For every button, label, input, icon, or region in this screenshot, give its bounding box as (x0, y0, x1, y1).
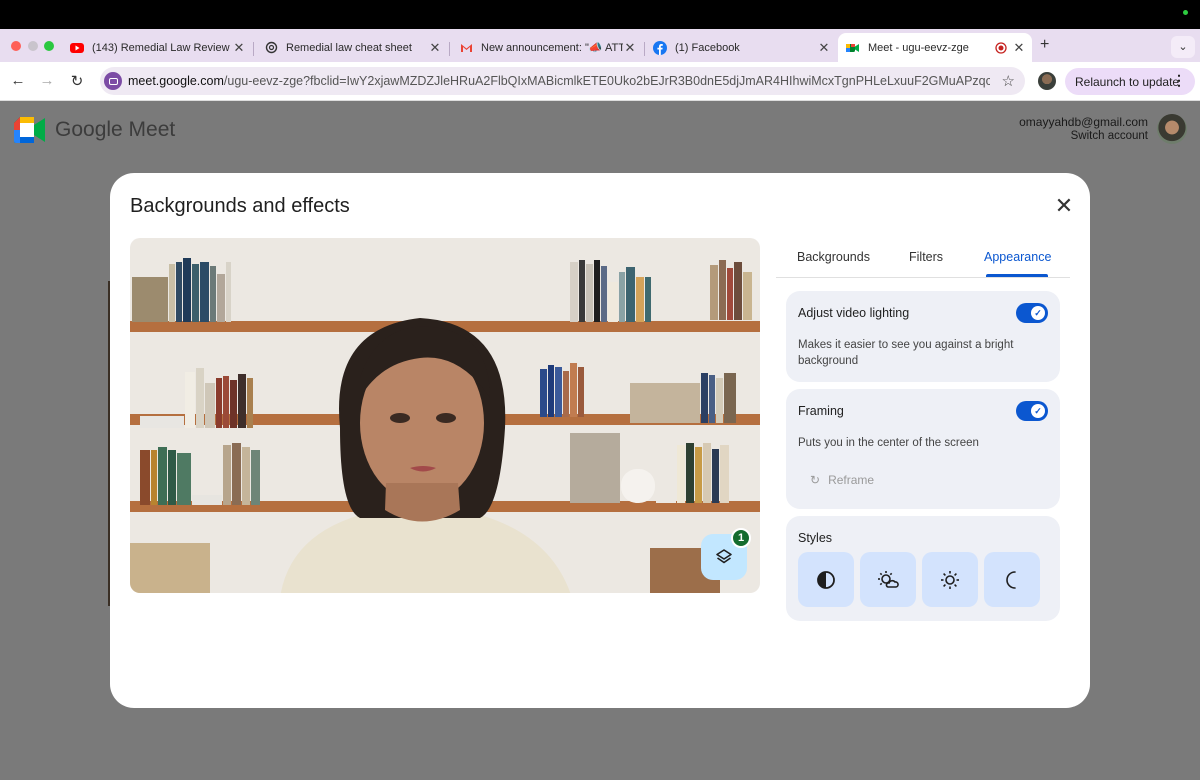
lighting-card: Adjust video lighting ✓ Makes it easier … (786, 291, 1060, 382)
tab-title: (143) Remedial Law Review (I (92, 41, 232, 54)
relaunch-label: Relaunch to update (1075, 74, 1180, 89)
sun-icon (941, 570, 959, 589)
tab-chatgpt[interactable]: Remedial law cheat sheet ✕ (256, 33, 448, 62)
tab-search-icon[interactable]: ⌄ (1171, 36, 1195, 58)
tab-facebook[interactable]: (1) Facebook ✕ (645, 33, 837, 62)
new-tab-icon[interactable]: + (1040, 36, 1049, 54)
chatgpt-icon (264, 41, 278, 55)
books (130, 543, 211, 593)
reframe-label: Reframe (828, 473, 875, 487)
effects-count-badge: 1 (731, 528, 751, 548)
backgrounds-effects-dialog: Backgrounds and effects ✕ 1 Backgrounds … (110, 173, 1090, 708)
lighting-title: Adjust video lighting (798, 306, 910, 320)
style-sunny-button[interactable] (922, 552, 978, 607)
reframe-button[interactable]: ↻ Reframe (810, 473, 874, 487)
style-contrast-button[interactable] (798, 552, 854, 607)
google-meet-logo[interactable]: Google Meet (14, 117, 175, 143)
books (710, 260, 753, 320)
check-icon: ✓ (1031, 306, 1045, 320)
tab-youtube[interactable]: (143) Remedial Law Review (I ✕ (62, 33, 252, 62)
tab-title: (1) Facebook (675, 41, 740, 54)
close-tab-icon[interactable]: ✕ (1012, 40, 1026, 56)
books (630, 373, 737, 423)
tab-backgrounds[interactable]: Backgrounds (797, 250, 870, 264)
close-tab-icon[interactable]: ✕ (817, 40, 831, 56)
close-tab-icon[interactable]: ✕ (232, 40, 246, 56)
url-path: /ugu-eevz-zge?fbclid=IwY2xjawMZDZJleHRuA… (223, 74, 990, 88)
style-cloudy-button[interactable] (860, 552, 916, 607)
minimize-window-button[interactable] (28, 41, 38, 51)
account-email: omayyahdb@gmail.com (1019, 115, 1148, 129)
youtube-icon (70, 41, 84, 55)
tab-title: Remedial law cheat sheet (286, 41, 412, 54)
style-night-button[interactable] (984, 552, 1040, 607)
app-name: Google Meet (55, 118, 176, 141)
close-tab-icon[interactable]: ✕ (428, 40, 442, 56)
browser-toolbar: ← → ↻ meet.google.com/ugu-eevz-zge?fbcli… (0, 62, 1200, 101)
person-silhouette (280, 318, 571, 593)
framing-toggle[interactable]: ✓ (1016, 401, 1048, 421)
account-avatar[interactable] (1157, 114, 1187, 144)
bookmark-star-icon[interactable]: ☆ (1002, 72, 1015, 90)
check-icon: ✓ (1031, 404, 1045, 418)
address-bar[interactable]: meet.google.com/ugu-eevz-zge?fbclid=IwY2… (100, 67, 1025, 95)
tab-title: New announcement: "📣 ATT (481, 42, 623, 54)
facebook-icon (653, 40, 667, 55)
tab-filters[interactable]: Filters (909, 250, 943, 264)
meet-icon (846, 41, 860, 55)
url-text[interactable]: meet.google.com/ugu-eevz-zge?fbclid=IwY2… (128, 74, 990, 88)
framing-description: Puts you in the center of the screen (798, 437, 979, 449)
lighting-description: Makes it easier to see you against a bri… (798, 339, 1014, 367)
layers-icon (716, 549, 732, 564)
tab-gmail[interactable]: New announcement: "📣 ATT ✕ (451, 33, 643, 62)
back-icon[interactable]: ← (9, 72, 27, 89)
more-vert-icon: ⋮ (1172, 72, 1186, 88)
menu-bar (0, 0, 1200, 29)
camera-indicator (1183, 10, 1188, 15)
recording-icon (994, 41, 1008, 55)
meet-logo-icon (14, 117, 45, 143)
relaunch-button[interactable]: Relaunch to update ⋮ (1065, 68, 1195, 95)
account-info: omayyahdb@gmail.com Switch account (1019, 115, 1148, 143)
tab-meet[interactable]: Meet - ugu-eevz-zge ✕ (838, 33, 1032, 62)
tab-appearance[interactable]: Appearance (984, 250, 1051, 264)
refresh-icon: ↻ (810, 473, 821, 487)
styles-card: Styles (786, 516, 1060, 621)
contrast-icon (817, 570, 835, 589)
forward-icon[interactable]: → (38, 72, 56, 89)
maximize-window-button[interactable] (44, 41, 54, 51)
profile-avatar[interactable] (1038, 72, 1056, 90)
framing-card: Framing ✓ Puts you in the center of the … (786, 389, 1060, 509)
close-tab-icon[interactable]: ✕ (623, 40, 637, 56)
effects-tabs: Backgrounds Filters Appearance (776, 238, 1070, 278)
styles-title: Styles (798, 531, 833, 545)
site-info-icon[interactable] (104, 72, 122, 90)
dialog-title: Backgrounds and effects (130, 195, 350, 217)
tab-separator (253, 42, 254, 56)
close-window-button[interactable] (11, 41, 21, 51)
switch-account-link[interactable]: Switch account (1019, 129, 1148, 143)
tab-title: Meet - ugu-eevz-zge (868, 41, 969, 54)
active-tab-indicator (986, 274, 1048, 277)
tab-separator (449, 42, 450, 56)
lighting-toggle[interactable]: ✓ (1016, 303, 1048, 323)
self-video-preview (130, 238, 760, 593)
cloudy-sun-icon (878, 570, 899, 588)
reload-icon[interactable]: ↻ (68, 72, 86, 90)
close-icon[interactable]: ✕ (1052, 193, 1076, 219)
gmail-icon (459, 41, 473, 55)
framing-title: Framing (798, 404, 844, 418)
moon-icon (1006, 570, 1016, 589)
url-host: meet.google.com (128, 74, 224, 88)
tab-strip: (143) Remedial Law Review (I ✕ Remedial … (0, 29, 1200, 62)
